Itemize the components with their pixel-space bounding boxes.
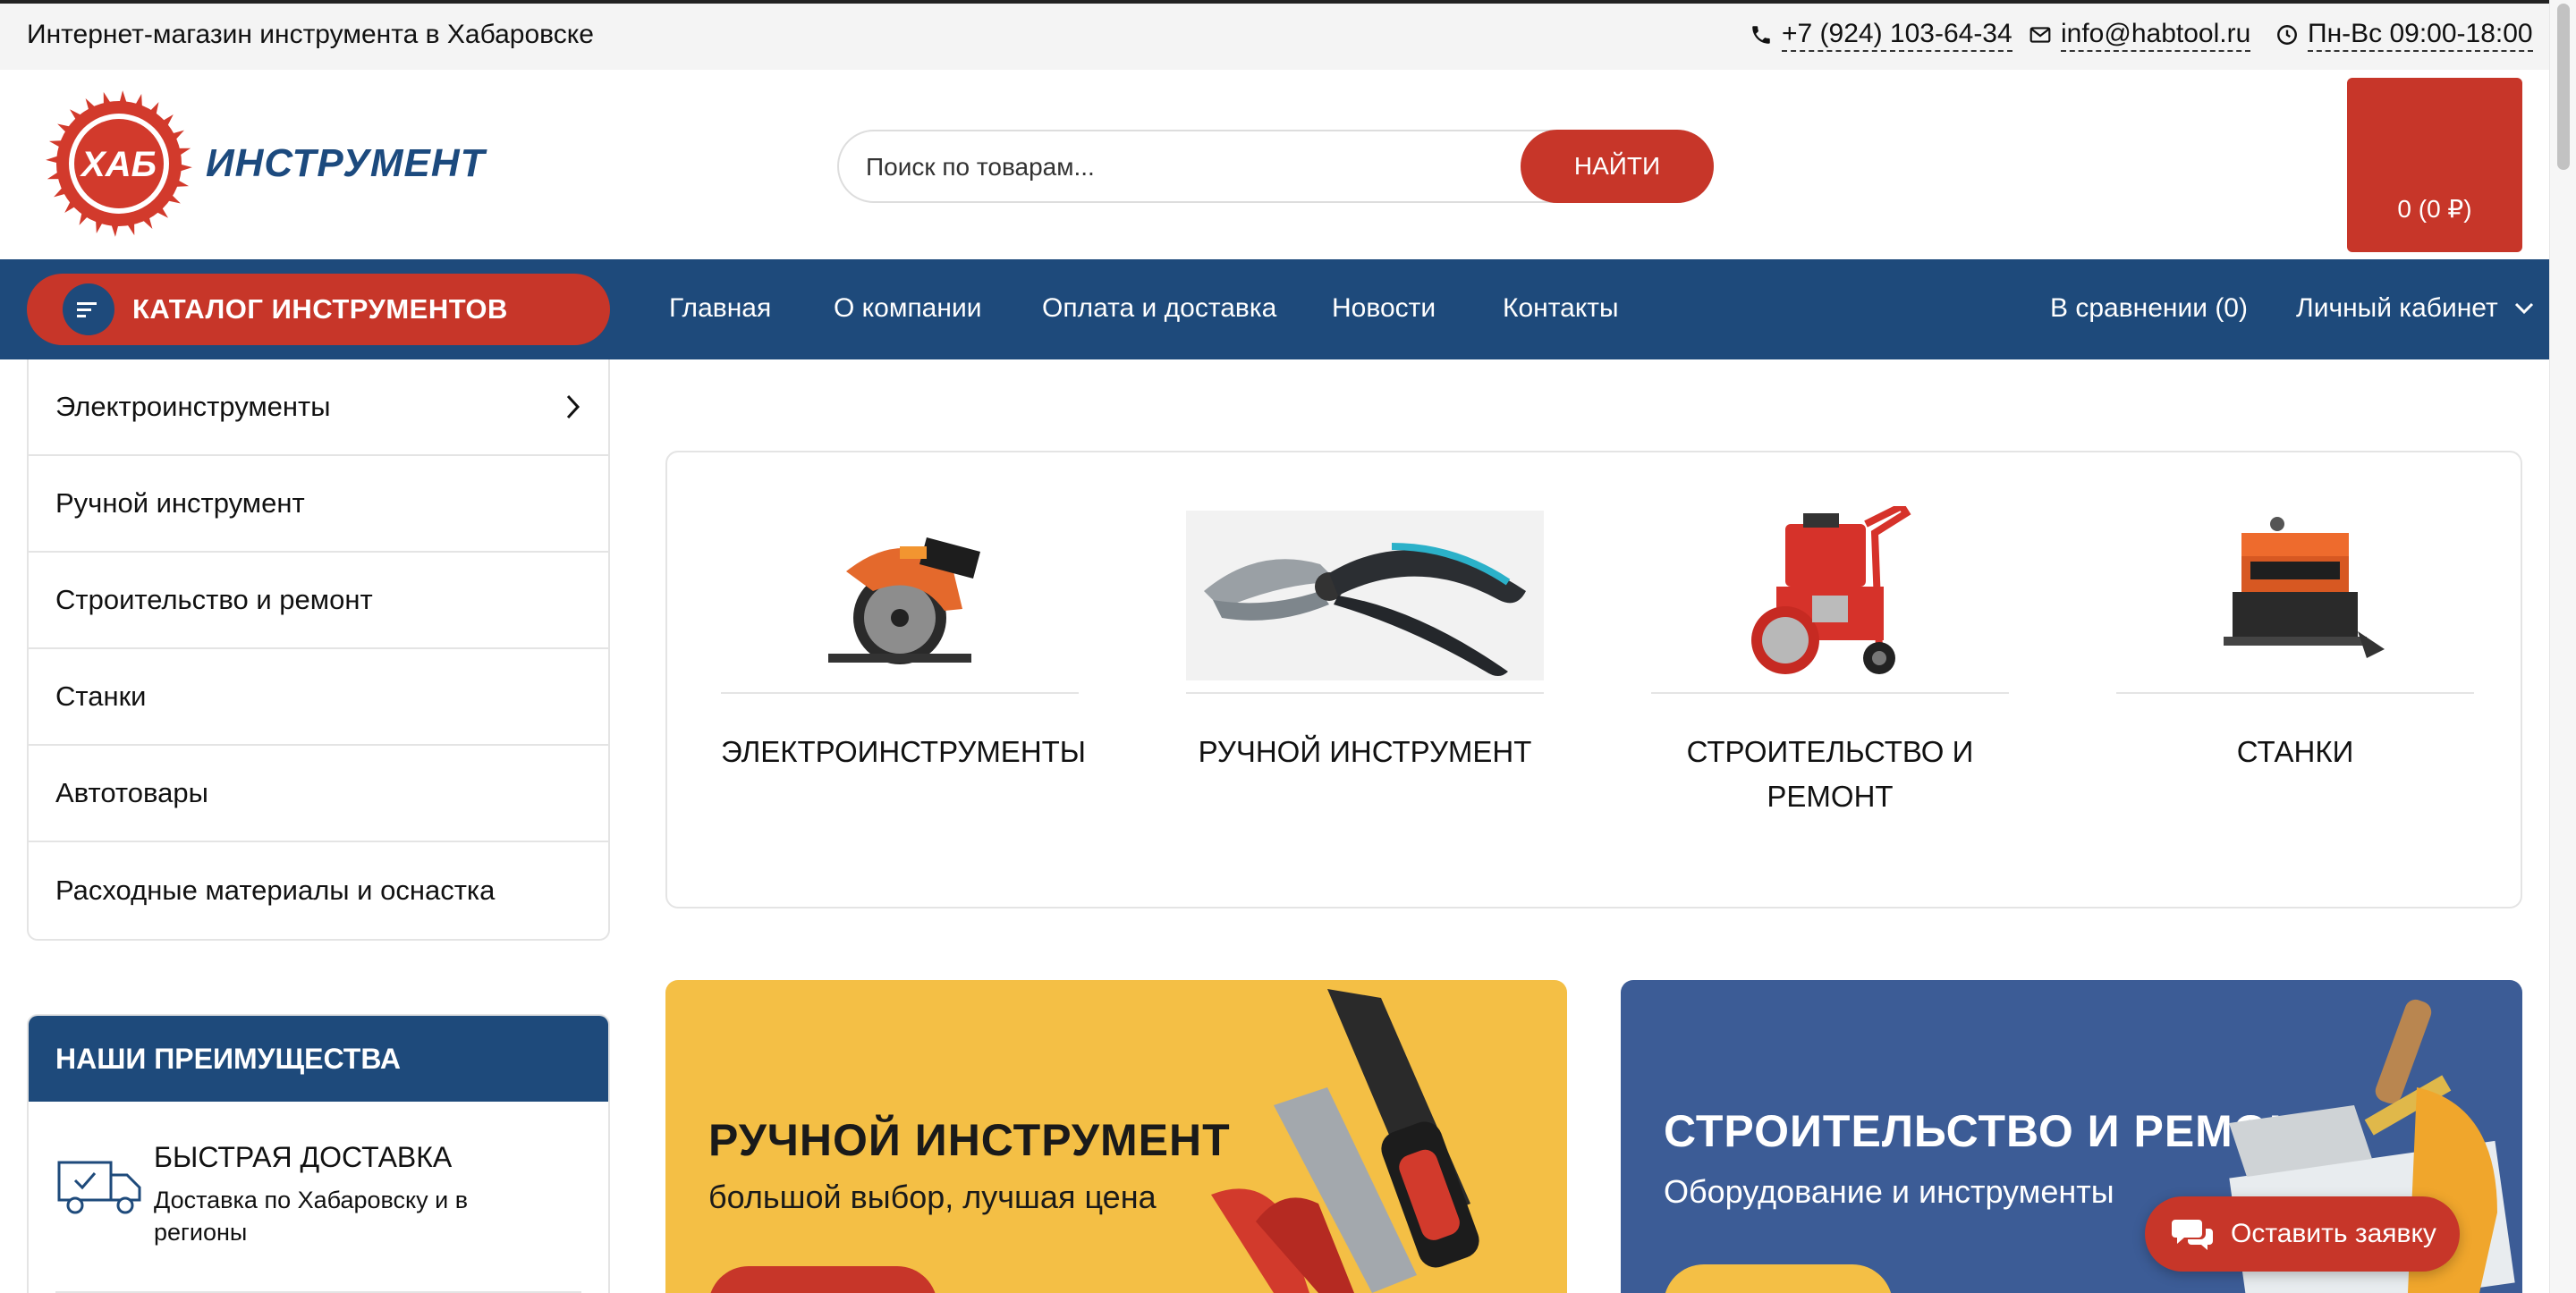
nav-link-contacts[interactable]: Контакты <box>1503 293 1619 324</box>
category-menu-label: Строительство и ремонт <box>55 584 373 615</box>
cart-summary: 0 (0 ₽) <box>2397 195 2472 223</box>
envelope-icon <box>2029 27 2051 43</box>
banner-more-button[interactable]: Подробнее <box>708 1266 937 1293</box>
search-bar: НАЙТИ <box>837 130 1714 203</box>
banner-subtitle: большой выбор, лучшая цена <box>708 1179 1157 1215</box>
category-menu: Электроинструменты Ручной инструмент Стр… <box>27 359 610 941</box>
chevron-right-icon <box>566 394 580 419</box>
banner-title: РУЧНОЙ ИНСТРУМЕНТ <box>708 1115 1231 1165</box>
nav-link-news[interactable]: Новости <box>1332 293 1436 324</box>
category-card-construction[interactable]: СТРОИТЕЛЬСТВО И РЕМОНТ <box>1651 506 2009 864</box>
request-callback-button[interactable]: Оставить заявку <box>2145 1196 2460 1272</box>
advantages-heading: НАШИ ПРЕИМУЩЕСТВА <box>29 1016 608 1102</box>
search-input[interactable] <box>866 149 1438 185</box>
category-card-power-tools[interactable]: ЭЛЕКТРОИНСТРУМЕНТЫ <box>721 506 1087 864</box>
concrete-cutter-image <box>1651 506 2009 685</box>
catalog-label: КАТАЛОГ ИНСТРУМЕНТОВ <box>132 293 508 325</box>
category-menu-item-hand-tools[interactable]: Ручной инструмент <box>29 456 608 553</box>
nav-link-payment-delivery[interactable]: Оплата и доставка <box>1042 293 1276 324</box>
logo-wordmark: ИНСТРУМЕНТ <box>206 141 486 185</box>
category-menu-label: Станки <box>55 680 147 712</box>
main-navigation: КАТАЛОГ ИНСТРУМЕНТОВ Главная О компании … <box>0 259 2549 359</box>
advantage-item: БЫСТРАЯ ДОСТАВКА Доставка по Хабаровску … <box>29 1102 608 1289</box>
category-card-machines[interactable]: СТАНКИ <box>2116 506 2474 864</box>
saw-blade-logo-icon: ХАБ <box>46 90 192 237</box>
category-menu-label: Электроинструменты <box>55 391 331 422</box>
email-address[interactable]: info@habtool.ru <box>2061 18 2251 52</box>
category-menu-item-consumables[interactable]: Расходные материалы и оснастка <box>29 842 608 939</box>
menu-icon <box>63 283 114 335</box>
phone-contact[interactable]: +7 (924) 103-64-34 <box>1750 18 2012 52</box>
category-menu-item-power-tools[interactable]: Электроинструменты <box>29 359 608 456</box>
banner-hand-tools[interactable]: РУЧНОЙ ИНСТРУМЕНТ большой выбор, лучшая … <box>665 980 1567 1293</box>
divider <box>721 692 1079 694</box>
category-menu-item-machines[interactable]: Станки <box>29 649 608 746</box>
delivery-truck-icon <box>57 1161 141 1214</box>
account-label: Личный кабинет <box>2296 293 2498 323</box>
logo-badge-text: ХАБ <box>80 145 157 184</box>
working-hours: Пн-Вс 09:00-18:00 <box>2275 18 2533 52</box>
callback-label: Оставить заявку <box>2231 1219 2436 1248</box>
pruning-shears-image <box>1186 506 1544 685</box>
nav-link-about[interactable]: О компании <box>834 293 981 324</box>
advantages-panel: НАШИ ПРЕИМУЩЕСТВА БЫСТРАЯ ДОСТАВКА Доста… <box>27 1014 610 1293</box>
top-info-bar: Интернет-магазин инструмента в Хабаровск… <box>0 4 2549 70</box>
hours-text: Пн-Вс 09:00-18:00 <box>2308 18 2533 52</box>
divider <box>1651 692 2009 694</box>
catalog-button[interactable]: КАТАЛОГ ИНСТРУМЕНТОВ <box>27 274 610 345</box>
store-tagline: Интернет-магазин инструмента в Хабаровск… <box>27 20 594 49</box>
category-menu-label: Ручной инструмент <box>55 487 305 519</box>
site-logo[interactable]: ХАБ ИНСТРУМЕНТ <box>45 89 486 238</box>
account-dropdown[interactable]: Личный кабинет <box>2296 293 2534 324</box>
divider <box>2116 692 2474 694</box>
category-cards-section: ЭЛЕКТРОИНСТРУМЕНТЫ РУЧНОЙ ИНСТРУМЕНТ СТР… <box>665 451 2522 908</box>
category-card-title: СТАНКИ <box>2236 735 2354 768</box>
scrollbar-thumb[interactable] <box>2557 4 2570 170</box>
search-button[interactable]: НАЙТИ <box>1521 130 1714 203</box>
category-card-title: ЭЛЕКТРОИНСТРУМЕНТЫ <box>721 735 1087 768</box>
compare-link[interactable]: В сравнении (0) <box>2050 293 2248 324</box>
banner-more-button[interactable]: Подробнее <box>1664 1264 1893 1293</box>
chevron-down-icon <box>2514 302 2533 315</box>
category-menu-item-construction[interactable]: Строительство и ремонт <box>29 553 608 649</box>
advantage-title: БЫСТРАЯ ДОСТАВКА <box>154 1141 453 1173</box>
circular-saw-image <box>721 506 1079 685</box>
category-menu-item-auto[interactable]: Автотовары <box>29 746 608 842</box>
clock-icon <box>2277 25 2297 45</box>
hand-tools-image <box>1211 989 1479 1293</box>
page-scrollbar[interactable] <box>2549 0 2576 1293</box>
thickness-planer-image <box>2116 506 2474 685</box>
category-card-hand-tools[interactable]: РУЧНОЙ ИНСТРУМЕНТ <box>1186 506 1544 864</box>
category-card-title: РУЧНОЙ ИНСТРУМЕНТ <box>1198 735 1532 768</box>
site-header: ХАБ ИНСТРУМЕНТ НАЙТИ 0 (0 ₽) <box>0 70 2549 259</box>
phone-icon <box>1752 26 1770 44</box>
category-card-title: СТРОИТЕЛЬСТВО И РЕМОНТ <box>1686 735 1974 813</box>
nav-link-home[interactable]: Главная <box>669 293 771 324</box>
email-contact[interactable]: info@habtool.ru <box>2029 18 2251 52</box>
advantage-description: Доставка по Хабаровску и в регионы <box>154 1187 469 1246</box>
category-menu-label: Автотовары <box>55 777 208 808</box>
category-menu-label: Расходные материалы и оснастка <box>55 875 496 906</box>
chat-bubbles-icon <box>2172 1220 2213 1250</box>
divider <box>1186 692 1544 694</box>
phone-number[interactable]: +7 (924) 103-64-34 <box>1782 18 2012 52</box>
cart-button[interactable]: 0 (0 ₽) <box>2347 78 2522 252</box>
banner-subtitle: Оборудование и инструменты <box>1664 1173 2114 1210</box>
